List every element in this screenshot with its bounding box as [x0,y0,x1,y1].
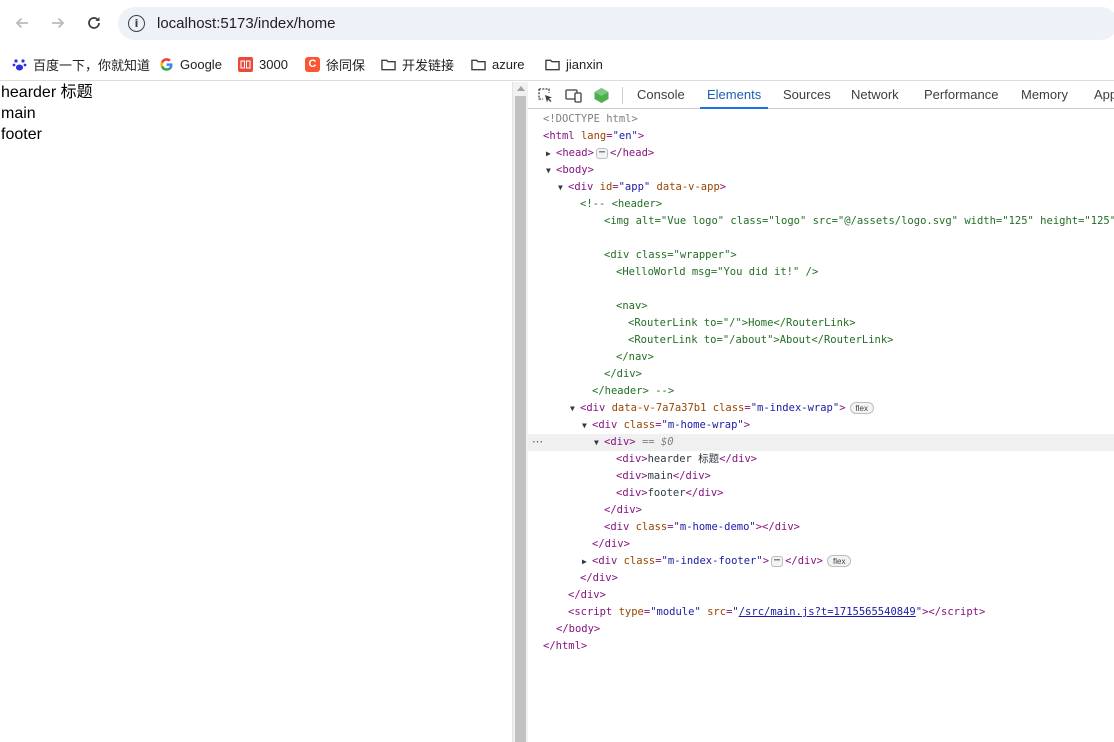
bookmark-label: Google [180,56,222,72]
tab-sources[interactable]: Sources [783,82,831,109]
bookmark-label: jianxin [566,56,603,72]
dom-comment-div-close[interactable]: </div> [528,366,1114,383]
collapsed-ellipsis[interactable]: ⋯ [595,147,608,159]
dom-comment-end[interactable]: </header> --> [528,383,1114,400]
tab-memory[interactable]: Memory [1021,82,1068,109]
expand-triangle-icon[interactable]: ▶ [546,145,556,162]
dom-comment-start[interactable]: <!-- <header> [528,196,1114,213]
bookmark-3000[interactable]: 3000 [238,54,288,74]
dom-head-collapsed[interactable]: ▶ <head> ⋯ </head> [528,145,1114,162]
node-actions-icon[interactable]: ⋯ [532,434,543,451]
tab-application[interactable]: App [1094,82,1114,109]
dom-home-demo[interactable]: <div class="m-home-demo"></div> [528,519,1114,536]
collapse-triangle-icon[interactable]: ▼ [570,400,580,417]
bookmark-folder-azure[interactable]: azure [471,54,525,74]
dom-app-div-close[interactable]: </div> [528,587,1114,604]
url-text: localhost:5173/index/home [157,15,336,32]
collapse-triangle-icon[interactable]: ▼ [594,434,604,451]
tab-console[interactable]: Console [637,82,685,109]
back-arrow-icon[interactable] [10,11,34,35]
bookmark-csdn[interactable]: C 徐同保 [305,54,365,74]
dom-comment-img[interactable]: <img alt="Vue logo" class="logo" src="@/… [528,213,1114,230]
devtools-panel: Console Elements Sources Network Perform… [528,82,1114,742]
dom-script[interactable]: <script type="module" src="/src/main.js?… [528,604,1114,621]
scroll-up-arrow-icon[interactable] [517,86,525,91]
dom-html-close[interactable]: </html> [528,638,1114,655]
bookmark-label: azure [492,56,525,72]
flex-badge[interactable]: flex [849,402,874,414]
dom-selected-div-close[interactable]: </div> [528,502,1114,519]
script-src-link[interactable]: /src/main.js?t=1715565540849 [739,606,916,618]
bookmark-baidu[interactable]: 百度一下，你就知道 [12,54,150,74]
dom-app-div[interactable]: ▼ <div id="app" data-v-app> [528,179,1114,196]
book-icon [238,56,253,72]
folder-icon [545,57,560,72]
selected-node-marker: == $0 [641,436,674,448]
page-footer-text: footer [1,126,42,143]
dom-body-open[interactable]: ▼ <body> [528,162,1114,179]
inspect-element-icon[interactable] [537,87,554,104]
site-info-icon[interactable]: i [128,15,145,32]
csdn-icon: C [305,56,320,72]
dom-doctype[interactable]: <!DOCTYPE html> [528,111,1114,128]
bookmark-google[interactable]: Google [159,54,222,74]
dom-selected-div[interactable]: ⋯ ▼ <div> == $0 [528,434,1114,451]
browser-toolbar: i localhost:5173/index/home [0,0,1114,46]
folder-icon [381,57,396,72]
tab-performance[interactable]: Performance [924,82,998,109]
page-main-text: main [1,105,36,122]
collapsed-ellipsis[interactable]: ⋯ [771,555,784,567]
page-header-text: hearder 标题 [1,84,93,101]
tab-network[interactable]: Network [851,82,899,109]
devtools-tab-bar: Console Elements Sources Network Perform… [528,82,1114,109]
dom-main-div[interactable]: <div>main</div> [528,468,1114,485]
scrollbar-thumb[interactable] [515,96,526,742]
dom-index-wrap[interactable]: ▼ <div data-v-7a7a37b1 class="m-index-wra… [528,400,1114,417]
reload-icon[interactable] [82,11,106,35]
dom-body-close[interactable]: </body> [528,621,1114,638]
dom-comment-link-home[interactable]: <RouterLink to="/">Home</RouterLink> [528,315,1114,332]
bookmark-label: 徐同保 [326,57,366,73]
dom-header-div[interactable]: <div>hearder 标题</div> [528,451,1114,468]
tab-elements[interactable]: Elements [700,82,769,109]
dom-comment-link-about[interactable]: <RouterLink to="/about">About</RouterLin… [528,332,1114,349]
flex-badge[interactable]: flex [827,555,852,567]
collapse-triangle-icon[interactable]: ▼ [582,417,592,434]
dom-home-wrap-close[interactable]: </div> [528,536,1114,553]
bookmark-folder-jianxin[interactable]: jianxin [545,54,603,74]
page-scrollbar[interactable] [512,82,528,742]
dom-html-open[interactable]: <html lang="en"> [528,128,1114,145]
dom-comment-hello[interactable]: <HelloWorld msg="You did it!" /> [528,264,1114,281]
dom-index-footer[interactable]: ▶ <div class="m-index-footer"> ⋯ </div> flex [528,553,1114,570]
dom-comment-nav-close[interactable]: </nav> [528,349,1114,366]
address-bar[interactable]: i localhost:5173/index/home [118,7,1114,40]
dom-comment-wrapper[interactable]: <div class="wrapper"> [528,247,1114,264]
elements-dom-tree: <!DOCTYPE html> <html lang="en"> ▶ <head>… [528,111,1114,742]
bookmark-label: 3000 [259,56,288,72]
collapse-triangle-icon[interactable]: ▼ [558,179,568,196]
forward-arrow-icon[interactable] [46,11,70,35]
google-icon [159,57,174,72]
dom-home-wrap[interactable]: ▼ <div class="m-home-wrap"> [528,417,1114,434]
device-toolbar-icon[interactable] [565,87,582,104]
bookmark-folder-dev[interactable]: 开发链接 [381,54,454,74]
dom-index-wrap-close[interactable]: </div> [528,570,1114,587]
bookmark-label: 百度一下，你就知道 [33,57,151,73]
baidu-paw-icon [12,57,27,72]
toolbar-separator [622,87,623,104]
bookmark-label: 开发链接 [402,57,455,73]
page-viewport: hearder 标题 main footer [0,82,512,742]
expand-triangle-icon[interactable]: ▶ [582,553,592,570]
collapse-triangle-icon[interactable]: ▼ [546,162,556,179]
folder-icon [471,57,486,72]
dom-footer-div[interactable]: <div>footer</div> [528,485,1114,502]
dom-comment-nav[interactable]: <nav> [528,298,1114,315]
bookmarks-bar: 百度一下，你就知道 Google 3000 C 徐同保 开发链接 azure j… [0,46,1114,81]
vue-devtools-icon[interactable] [593,87,610,104]
